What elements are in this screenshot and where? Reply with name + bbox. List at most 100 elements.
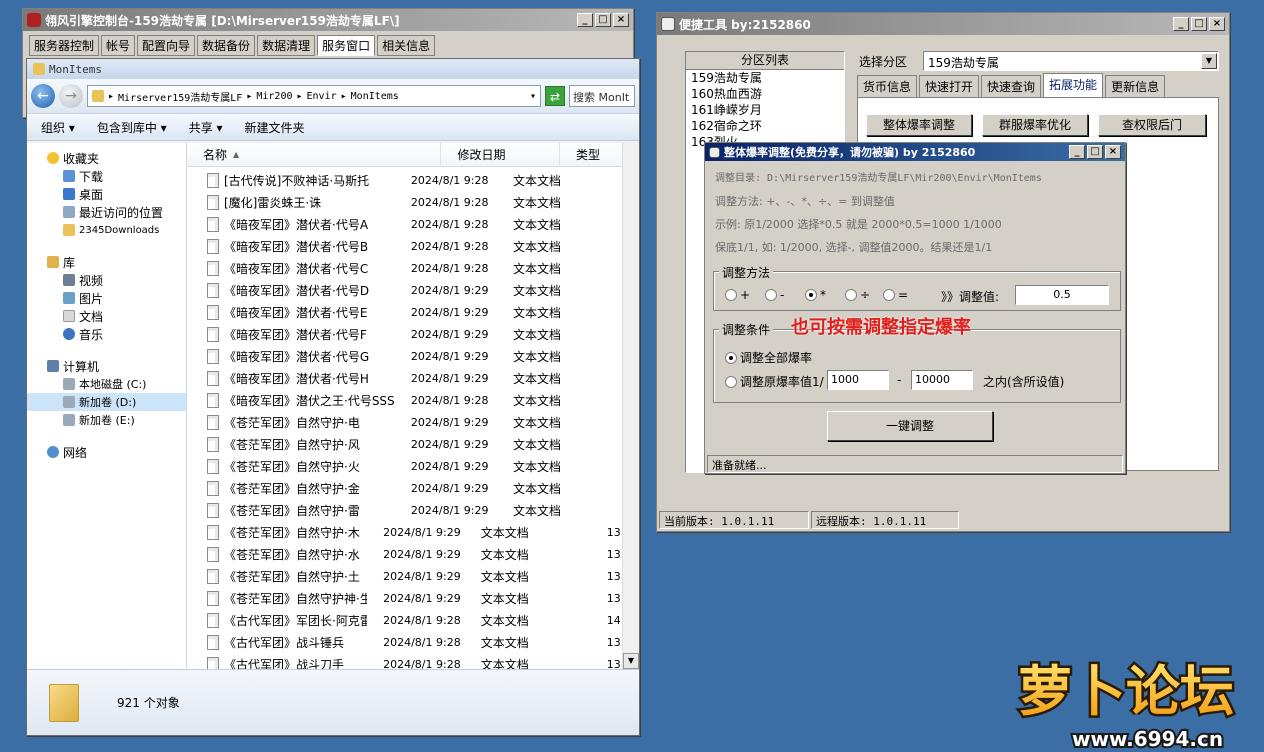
table-row[interactable]: 《苍茫军团》自然守护·土2024/8/1 9:29文本文档13 KB	[187, 565, 639, 587]
engine-tab-backup[interactable]: 数据备份	[197, 35, 256, 56]
apply-adjust-button[interactable]: 一键调整	[827, 411, 993, 441]
explorer-titlebar[interactable]: MonItems	[27, 59, 639, 79]
table-row[interactable]: 《暗夜军团》潜伏之王·代号SSS 2024/8/1 9:28 文本文档	[187, 389, 639, 411]
partition-item[interactable]: 159浩劫专属	[686, 70, 844, 86]
table-row[interactable]: 《暗夜军团》潜伏者·代号A 2024/8/1 9:28 文本文档	[187, 213, 639, 235]
chevron-down-icon[interactable]: ▾	[530, 91, 536, 102]
table-row[interactable]: 《暗夜军团》潜伏者·代号G 2024/8/1 9:29 文本文档	[187, 345, 639, 367]
scroll-down-icon[interactable]: ▼	[623, 653, 639, 669]
organize-button[interactable]: 组织 ▾	[41, 119, 75, 136]
share-button[interactable]: 共享 ▾	[189, 119, 223, 136]
breadcrumb-mirserver[interactable]: Mirserver159浩劫专属LF	[118, 89, 242, 104]
op-multiply-radio[interactable]: *	[805, 288, 826, 302]
engine-tab-account[interactable]: 帐号	[101, 35, 136, 56]
table-row[interactable]: [古代传说]不败神话·马斯托 2024/8/1 9:28 文本文档	[187, 169, 639, 191]
nav-videos[interactable]: 视频	[27, 271, 186, 289]
vertical-scrollbar[interactable]: ▼	[622, 143, 639, 669]
nav-favorites[interactable]: 收藏夹	[27, 149, 186, 167]
range-from-input[interactable]: 1000	[827, 370, 889, 390]
table-row[interactable]: 《苍茫军团》自然守护·火 2024/8/1 9:29 文本文档	[187, 455, 639, 477]
close-icon[interactable]: ×	[1209, 17, 1225, 31]
nav-downloads[interactable]: 下载	[27, 167, 186, 185]
minimize-icon[interactable]: _	[577, 13, 593, 27]
address-input[interactable]: ▸ Mirserver159浩劫专属LF ▸ Mir200 ▸ Envir ▸ …	[87, 85, 541, 107]
table-row[interactable]: 《苍茫军团》自然守护·木2024/8/1 9:29文本文档13 KB	[187, 521, 639, 543]
nav-computer[interactable]: 计算机	[27, 357, 186, 375]
table-row[interactable]: 《古代军团》军团长·阿克雷2024/8/1 9:28文本文档14 KB	[187, 609, 639, 631]
tab-quick-query[interactable]: 快速查询	[981, 75, 1042, 97]
tab-quick-open[interactable]: 快速打开	[919, 75, 980, 97]
close-icon[interactable]: ×	[1105, 145, 1121, 159]
breadcrumb-mir200[interactable]: Mir200	[256, 91, 292, 102]
engine-tab-server-control[interactable]: 服务器控制	[29, 35, 100, 56]
table-row[interactable]: 《古代军团》战斗刀手2024/8/1 9:28文本文档13 KB	[187, 653, 639, 669]
partition-item[interactable]: 160热血西游	[686, 86, 844, 102]
table-row[interactable]: 《苍茫军团》自然守护·风 2024/8/1 9:29 文本文档	[187, 433, 639, 455]
tool-titlebar[interactable]: 便捷工具 by:2152860 _ □ ×	[657, 13, 1229, 35]
partition-select[interactable]: 159浩劫专属 ▼	[923, 51, 1219, 71]
nav-drive-c[interactable]: 本地磁盘 (C:)	[27, 375, 186, 393]
partition-item[interactable]: 162宿命之环	[686, 118, 844, 134]
forward-arrow-icon[interactable]: →	[59, 84, 83, 108]
breadcrumb-monitems[interactable]: MonItems	[351, 91, 399, 102]
table-row[interactable]: 《暗夜军团》潜伏者·代号C 2024/8/1 9:28 文本文档	[187, 257, 639, 279]
nav-drive-e[interactable]: 新加卷 (E:)	[27, 411, 186, 429]
nav-2345downloads[interactable]: 2345Downloads	[27, 221, 186, 239]
adjust-value-input[interactable]: 0.5	[1015, 285, 1109, 305]
back-arrow-icon[interactable]: ←	[31, 84, 55, 108]
table-row[interactable]: 《古代军团》战斗锤兵2024/8/1 9:28文本文档13 KB	[187, 631, 639, 653]
op-divide-radio[interactable]: ÷	[845, 288, 870, 302]
overall-droprate-button[interactable]: 整体爆率调整	[866, 114, 972, 136]
nav-network[interactable]: 网络	[27, 443, 186, 461]
nav-libraries[interactable]: 库	[27, 253, 186, 271]
op-equals-radio[interactable]: =	[883, 288, 908, 302]
table-row[interactable]: 《暗夜军团》潜伏者·代号D 2024/8/1 9:29 文本文档	[187, 279, 639, 301]
nav-pictures[interactable]: 图片	[27, 289, 186, 307]
engine-tab-config-wizard[interactable]: 配置向导	[137, 35, 196, 56]
table-row[interactable]: 《苍茫军团》自然守护·电 2024/8/1 9:29 文本文档	[187, 411, 639, 433]
check-backdoor-button[interactable]: 查权限后门	[1098, 114, 1206, 136]
dialog-titlebar[interactable]: 整体爆率调整(免费分享，请勿被骗) by 2152860 _ □ ×	[705, 143, 1125, 161]
close-icon[interactable]: ×	[613, 13, 629, 27]
table-row[interactable]: 《苍茫军团》自然守护·水2024/8/1 9:29文本文档13 KB	[187, 543, 639, 565]
tab-updates[interactable]: 更新信息	[1105, 75, 1166, 97]
op-minus-radio[interactable]: -	[765, 288, 784, 302]
partition-item[interactable]: 161峥嵘岁月	[686, 102, 844, 118]
cond-all-radio[interactable]: 调整全部爆率	[725, 349, 812, 366]
search-input[interactable]: 搜索 MonIt	[569, 85, 635, 107]
new-folder-button[interactable]: 新建文件夹	[245, 119, 305, 136]
tab-currency[interactable]: 货币信息	[857, 75, 918, 97]
table-row[interactable]: 《暗夜军团》潜伏者·代号H 2024/8/1 9:29 文本文档	[187, 367, 639, 389]
engine-tab-info[interactable]: 相关信息	[377, 35, 436, 56]
maximize-icon[interactable]: □	[1191, 17, 1207, 31]
maximize-icon[interactable]: □	[1087, 145, 1103, 159]
tab-extensions[interactable]: 拓展功能	[1043, 73, 1104, 97]
nav-documents[interactable]: 文档	[27, 307, 186, 325]
engine-tab-cleanup[interactable]: 数据清理	[257, 35, 316, 56]
nav-recent[interactable]: 最近访问的位置	[27, 203, 186, 221]
minimize-icon[interactable]: _	[1069, 145, 1085, 159]
refresh-icon[interactable]: ⇄	[545, 86, 565, 106]
column-date[interactable]: 修改日期	[441, 143, 560, 166]
table-row[interactable]: 《苍茫军团》自然守护·雷 2024/8/1 9:29 文本文档	[187, 499, 639, 521]
table-row[interactable]: 《苍茫军团》自然守护·金 2024/8/1 9:29 文本文档	[187, 477, 639, 499]
chevron-down-icon[interactable]: ▼	[1201, 53, 1217, 69]
include-in-library-button[interactable]: 包含到库中 ▾	[97, 119, 167, 136]
nav-music[interactable]: 音乐	[27, 325, 186, 343]
table-row[interactable]: [魔化]雷炎蛛王·诛 2024/8/1 9:28 文本文档	[187, 191, 639, 213]
minimize-icon[interactable]: _	[1173, 17, 1189, 31]
cond-range-radio[interactable]: 调整原爆率值1/	[725, 373, 824, 390]
range-to-input[interactable]: 10000	[911, 370, 973, 390]
engine-titlebar[interactable]: 翎风引擎控制台-159浩劫专属 [D:\Mirserver159浩劫专属LF\]…	[23, 9, 633, 31]
table-row[interactable]: 《暗夜军团》潜伏者·代号E 2024/8/1 9:29 文本文档	[187, 301, 639, 323]
nav-desktop[interactable]: 桌面	[27, 185, 186, 203]
maximize-icon[interactable]: □	[595, 13, 611, 27]
breadcrumb-envir[interactable]: Envir	[307, 91, 337, 102]
table-row[interactable]: 《暗夜军团》潜伏者·代号B 2024/8/1 9:28 文本文档	[187, 235, 639, 257]
column-name[interactable]: 名称 ▲	[187, 143, 442, 166]
nav-drive-d[interactable]: 新加卷 (D:)	[27, 393, 186, 411]
engine-tab-service-window[interactable]: 服务窗口	[317, 35, 376, 56]
table-row[interactable]: 《苍茫军团》自然守护神·生机2024/8/1 9:29文本文档13 KB	[187, 587, 639, 609]
group-droprate-button[interactable]: 群服爆率优化	[982, 114, 1088, 136]
op-plus-radio[interactable]: +	[725, 288, 750, 302]
